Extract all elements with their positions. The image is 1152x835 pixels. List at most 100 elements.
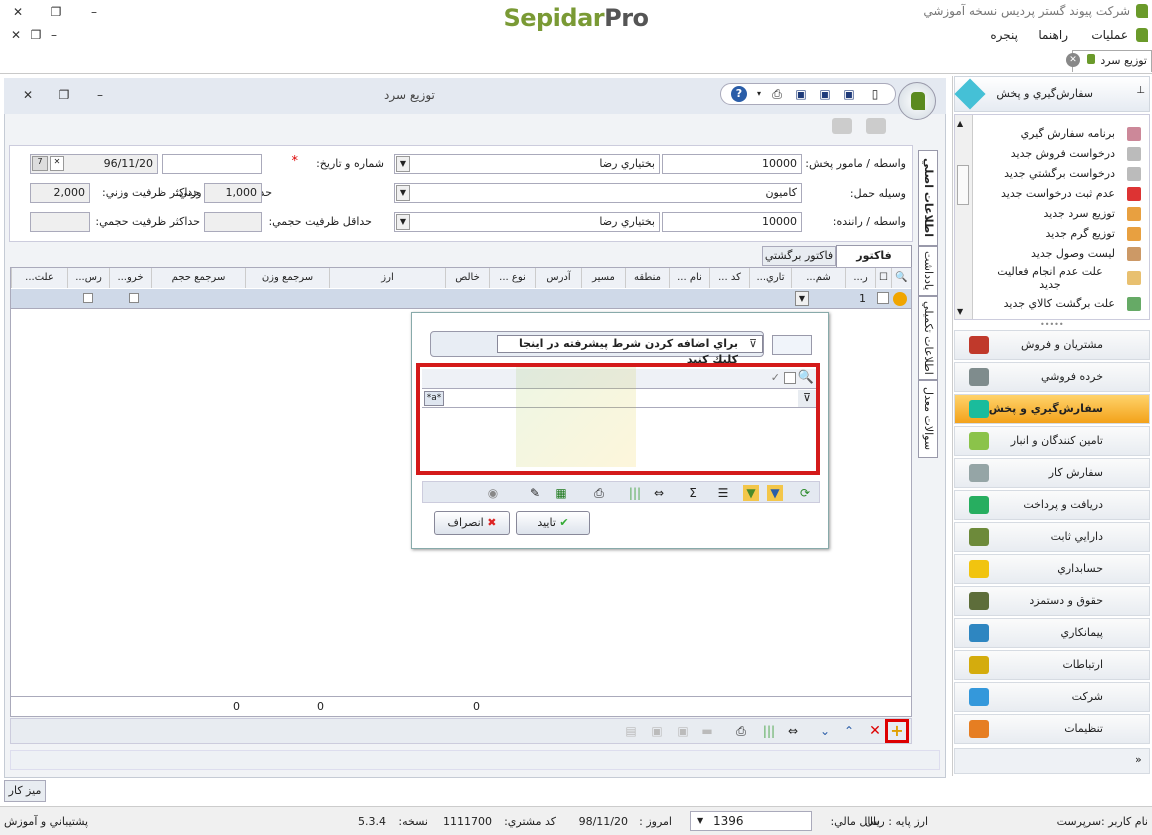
driver-code-field[interactable]: 10000 [662, 212, 802, 232]
tab-main-info[interactable]: اطلاعات اصلي [918, 150, 938, 246]
tab-return-invoice[interactable]: فاکتور برگشتي [762, 246, 836, 266]
calendar-icon[interactable]: 7 [32, 156, 48, 171]
agent-dropdown-icon[interactable]: ▼ [396, 156, 410, 172]
col-date[interactable]: تاري... [749, 268, 791, 288]
sum-icon[interactable]: Σ [685, 485, 701, 501]
advanced-filter-button[interactable]: براي اضافه كردن شرط پيشرفته در اينجا كلي… [497, 335, 763, 366]
splitter-grip[interactable]: ••••• [1040, 320, 1064, 329]
nav-ordering-distribution[interactable]: سفارش‌گيري و پخش [954, 394, 1150, 424]
col-address[interactable]: آدرس [535, 268, 581, 288]
doc-close-icon[interactable]: ✕ [18, 86, 38, 104]
ok-button[interactable]: ✔ تاييد [516, 511, 590, 535]
help-icon[interactable]: ? [731, 86, 747, 102]
min-volume-field[interactable] [204, 212, 262, 232]
export-icon[interactable]: ✎ [527, 485, 543, 501]
save-icon[interactable]: ▣ [793, 86, 809, 102]
excel-icon[interactable]: ▦ [553, 485, 569, 501]
min-weight-field[interactable]: 1,000 [204, 183, 262, 203]
col-code[interactable]: کد ... [709, 268, 749, 288]
move-down-icon[interactable]: ⌄ [817, 723, 833, 739]
save-close-icon[interactable]: ▣ [817, 86, 833, 102]
quick-link-hot-distribution[interactable]: توزيع گرم جديد [1046, 227, 1116, 240]
driver-name-field[interactable]: بختياري رضا [394, 212, 660, 232]
menu-window[interactable]: پنجره [990, 28, 1018, 42]
nav-accounting[interactable]: حسابداري [954, 554, 1150, 584]
nav-payroll[interactable]: حقوق و دستمزد [954, 586, 1150, 616]
settings-icon[interactable] [866, 118, 886, 134]
fit-columns-icon[interactable]: ⇔ [785, 723, 801, 739]
filter-search-icon[interactable]: 🔍 [798, 370, 814, 385]
app-orb-icon[interactable] [898, 82, 936, 120]
pin-icon[interactable]: ⊥ [1136, 85, 1145, 96]
desktop-button[interactable]: ميز كار [4, 780, 46, 802]
nav-fixed-assets[interactable]: دارايي ثابت [954, 522, 1150, 552]
quick-link-order-program[interactable]: برنامه سفارش گيري [1021, 127, 1115, 140]
move-up-icon[interactable]: ⌃ [841, 723, 857, 739]
col-net[interactable]: خالص [445, 268, 489, 288]
nav-work-order[interactable]: سفارش كار [954, 458, 1150, 488]
tab-questions[interactable]: سوالات معدل [918, 380, 938, 458]
col-total-weight[interactable]: سرجمع وزن [245, 268, 329, 288]
mdi-restore-icon[interactable]: ❐ [26, 26, 46, 44]
tab-sales-invoice[interactable]: فاکتور فروش [836, 245, 912, 282]
col-reason[interactable]: علت... [11, 268, 67, 288]
col-exit[interactable]: خرو... [109, 268, 151, 288]
row-checkbox[interactable] [877, 292, 889, 304]
max-weight-field[interactable]: 2,000 [30, 183, 90, 203]
tab-cold-distribution[interactable]: توزيع سرد [1072, 50, 1152, 72]
mdi-minimize-icon[interactable]: – [44, 26, 64, 44]
popup-field[interactable] [772, 335, 812, 355]
tab-close-icon[interactable]: ✕ [1066, 53, 1080, 67]
col-row[interactable]: ر... [845, 268, 875, 288]
col-receipt[interactable]: رس... [67, 268, 109, 288]
group-icon[interactable]: ☰ [715, 485, 731, 501]
grid-print-icon[interactable]: ⎙ [733, 723, 749, 739]
agent-name-field[interactable]: بختياري رضا [394, 154, 660, 174]
filter-select-all-checkbox[interactable] [784, 372, 796, 384]
fiscal-year-select[interactable]: ▼ 1396 [690, 811, 812, 831]
quick-link-cold-distribution[interactable]: توزيع سرد جديد [1043, 207, 1115, 220]
filter-operator[interactable]: *a* [424, 391, 444, 406]
popup-columns-icon[interactable]: ||| [627, 485, 643, 501]
receipt-checkbox[interactable] [83, 293, 93, 303]
nav-settings[interactable]: تنظيمات [954, 714, 1150, 744]
nav-suppliers-warehouse[interactable]: تامين كنندگان و انبار [954, 426, 1150, 456]
grid-search-icon[interactable]: 🔍 [891, 268, 911, 288]
columns-icon[interactable]: ||| [761, 723, 777, 739]
quick-link-sales-request[interactable]: درخواست فروش جديد [1011, 147, 1115, 160]
menu-help[interactable]: راهنما [1038, 28, 1068, 42]
popup-print-icon[interactable]: ⎙ [591, 485, 607, 501]
col-number[interactable]: شم... [791, 268, 845, 288]
agent-code-field[interactable]: 10000 [662, 154, 802, 174]
new-document-icon[interactable]: ▯ [867, 86, 883, 102]
dropdown-icon[interactable]: ▾ [751, 86, 767, 102]
number-field[interactable] [162, 154, 262, 174]
col-total-volume[interactable]: سرجمع حجم [151, 268, 245, 288]
vehicle-dropdown-icon[interactable]: ▼ [396, 185, 410, 201]
quick-list-scrollbar[interactable]: ▲ ▼ [955, 115, 973, 319]
nav-contracting[interactable]: پيمانكاري [954, 618, 1150, 648]
quick-link-return-request[interactable]: درخواست برگشتي جديد [1004, 167, 1115, 180]
select-all-checkbox[interactable]: ☐ [875, 268, 891, 288]
max-volume-field[interactable] [30, 212, 90, 232]
nav-customers-sales[interactable]: مشتريان و فروش [954, 330, 1150, 360]
col-type[interactable]: نوع ... [489, 268, 535, 288]
quick-link-return-reason[interactable]: علت برگشت کالاي جديد [1004, 297, 1115, 310]
tab-notes[interactable]: يادداشت [918, 246, 938, 296]
quick-link-activity-reason[interactable]: علت عدم انجام فعاليت جديد [985, 265, 1115, 291]
exit-checkbox[interactable] [129, 293, 139, 303]
col-currency[interactable]: ارز [329, 268, 445, 288]
delete-row-icon[interactable]: ✕ [867, 723, 883, 739]
table-row[interactable]: 1 ▼ [11, 289, 911, 309]
save-new-icon[interactable]: ▣ [841, 86, 857, 102]
nav-company[interactable]: شركت [954, 682, 1150, 712]
clear-date-icon[interactable]: ✕ [50, 156, 64, 171]
cancel-button[interactable]: ✖ انصراف [434, 511, 510, 535]
quick-link-collection-list[interactable]: ليست وصول جديد [1031, 247, 1115, 260]
popup-fit-icon[interactable]: ⇔ [651, 485, 667, 501]
nav-receipts-payments[interactable]: دريافت و پرداخت [954, 490, 1150, 520]
quick-link-no-request[interactable]: عدم ثبت درخواست جديد [1001, 187, 1115, 200]
doc-restore-icon[interactable]: ❐ [54, 86, 74, 104]
vehicle-field[interactable]: کاميون [394, 183, 802, 203]
doc-minimize-icon[interactable]: – [90, 86, 110, 104]
